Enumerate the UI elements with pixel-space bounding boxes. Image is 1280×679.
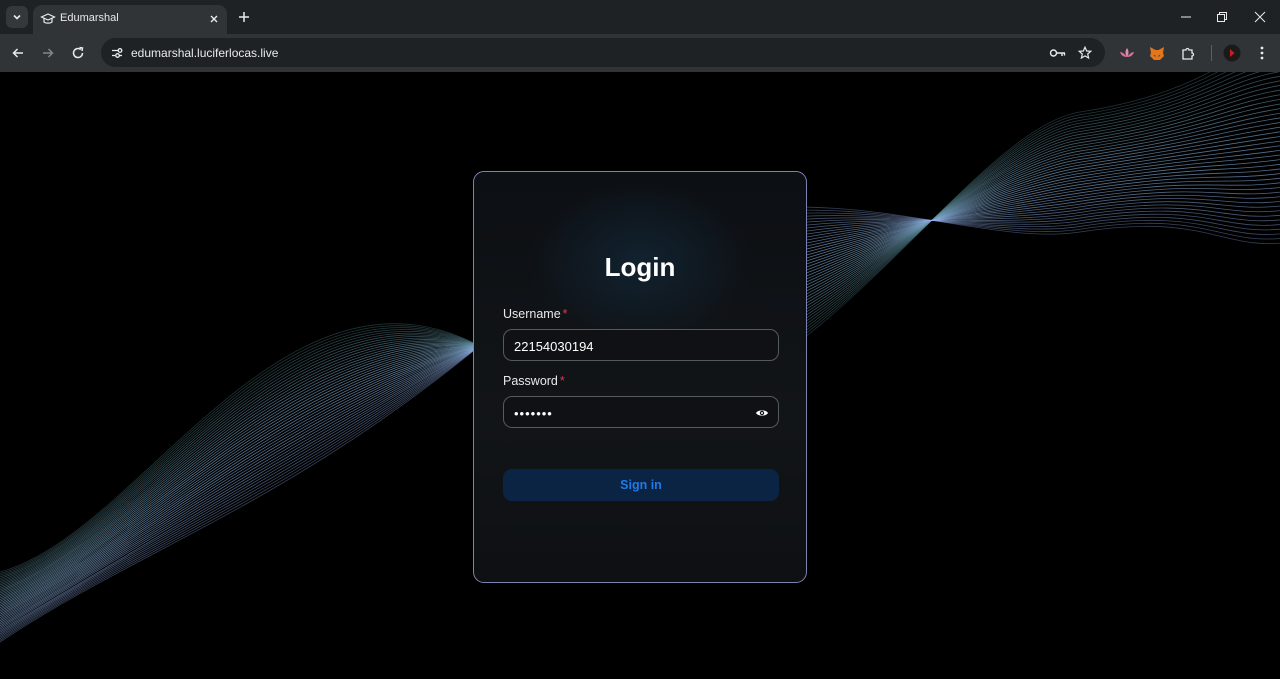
more-vertical-icon bbox=[1260, 46, 1264, 60]
profile-avatar-button[interactable] bbox=[1221, 42, 1243, 64]
chevron-down-icon bbox=[13, 14, 21, 20]
tab-title: Edumarshal bbox=[60, 12, 119, 24]
plus-icon bbox=[239, 12, 249, 22]
login-title: Login bbox=[604, 252, 676, 282]
avatar bbox=[1223, 44, 1241, 62]
tab-close-button[interactable] bbox=[205, 10, 223, 28]
extension-lotus-button[interactable] bbox=[1116, 42, 1138, 64]
password-label-text: Password bbox=[503, 374, 558, 388]
tab-search-button[interactable] bbox=[6, 6, 28, 28]
forward-button[interactable] bbox=[37, 42, 59, 64]
toolbar-divider bbox=[1211, 45, 1212, 61]
username-value: 22154030194 bbox=[514, 339, 594, 354]
tab-strip: Edumarshal bbox=[0, 0, 1280, 34]
star-icon bbox=[1078, 46, 1092, 60]
username-label-text: Username bbox=[503, 307, 561, 321]
new-tab-button[interactable] bbox=[234, 7, 254, 27]
password-key-button[interactable] bbox=[1048, 43, 1068, 63]
lotus-icon bbox=[1120, 48, 1134, 57]
page-viewport: Login Username * 22154030194 Password * ••… bbox=[0, 72, 1280, 679]
browser-menu-button[interactable] bbox=[1251, 42, 1273, 64]
reload-button[interactable] bbox=[67, 42, 89, 64]
password-label: Password * bbox=[503, 374, 565, 388]
browser-toolbar: edumarshal.luciferlocas.live bbox=[0, 34, 1280, 72]
password-input[interactable]: ••••••• bbox=[503, 396, 779, 428]
sign-in-button[interactable]: Sign in bbox=[503, 469, 779, 501]
required-marker: * bbox=[562, 307, 568, 321]
required-marker: * bbox=[559, 374, 565, 388]
username-label: Username * bbox=[503, 307, 568, 321]
extensions-menu-button[interactable] bbox=[1177, 42, 1199, 64]
login-card: Login Username * 22154030194 Password * ••… bbox=[473, 171, 807, 583]
puzzle-icon bbox=[1181, 47, 1194, 60]
url-text[interactable]: edumarshal.luciferlocas.live bbox=[131, 46, 278, 60]
arrow-right-icon bbox=[43, 48, 54, 58]
tune-icon bbox=[111, 47, 122, 58]
arrow-left-icon bbox=[12, 48, 23, 58]
close-icon bbox=[210, 15, 218, 23]
username-input[interactable]: 22154030194 bbox=[503, 329, 779, 361]
extension-metamask-button[interactable] bbox=[1146, 42, 1168, 64]
restore-button[interactable] bbox=[1209, 6, 1235, 28]
minimize-button[interactable] bbox=[1173, 6, 1199, 28]
password-value: ••••••• bbox=[514, 406, 553, 421]
bookmark-button[interactable] bbox=[1075, 43, 1095, 63]
restore-icon bbox=[1217, 12, 1227, 22]
fox-icon bbox=[1150, 46, 1164, 60]
close-window-button[interactable] bbox=[1247, 6, 1273, 28]
eye-icon[interactable] bbox=[755, 406, 769, 420]
minimize-icon bbox=[1181, 16, 1191, 18]
site-info-button[interactable] bbox=[106, 42, 127, 63]
close-icon bbox=[1254, 11, 1266, 23]
key-icon bbox=[1049, 49, 1066, 57]
browser-tab[interactable]: Edumarshal bbox=[33, 5, 227, 34]
back-button[interactable] bbox=[7, 42, 29, 64]
reload-icon bbox=[72, 46, 84, 59]
graduation-cap-icon bbox=[40, 13, 56, 24]
address-bar[interactable]: edumarshal.luciferlocas.live bbox=[101, 38, 1105, 67]
